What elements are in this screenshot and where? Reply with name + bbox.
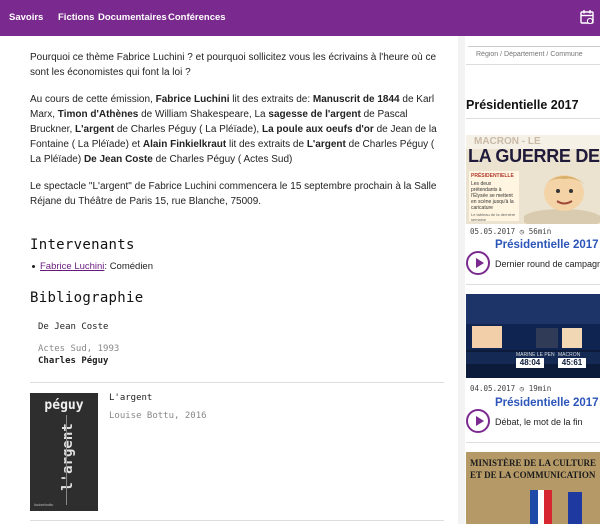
cover-line	[66, 415, 67, 505]
card-2-meta: 04.05.2017 ◷ 19min	[470, 384, 552, 393]
card-1-subtitle: Dernier round de campagne	[495, 259, 600, 269]
nav-savoirs[interactable]: Savoirs	[9, 12, 43, 23]
bibliographie-heading: Bibliographie	[30, 290, 144, 306]
text-segment: Au cours de cette émission,	[30, 94, 156, 105]
divider	[466, 118, 600, 119]
book-publisher: Louise Bottu, 2016	[109, 411, 207, 421]
text-segment: lit des extraits de:	[229, 94, 313, 105]
cover-publisher: louisebottu	[34, 502, 54, 507]
article-body: Pourquoi ce thème Fabrice Luchini ? et p…	[30, 50, 446, 221]
nav-documentaires[interactable]: Documentaires	[98, 12, 167, 23]
bold-segment: sagesse de l'argent	[268, 109, 361, 120]
card-2-title[interactable]: Présidentielle 2017	[495, 397, 599, 409]
newspaper-box-text: Les deux prétendants à l'Élysée se mette…	[471, 181, 514, 211]
play-icon[interactable]	[466, 409, 490, 433]
divider	[466, 442, 600, 443]
bold-segment: L'argent	[306, 139, 346, 150]
flag-blue	[530, 490, 538, 524]
bold-segment: Timon d'Athènes	[57, 109, 139, 120]
calendar-icon[interactable]	[580, 9, 594, 25]
card-1-thumbnail[interactable]: MACRON - LE LA GUERRE DES IM PRÉSIDENTIE…	[466, 135, 600, 224]
bold-segment: De Jean Coste	[83, 154, 153, 165]
divider	[30, 382, 444, 383]
text-segment: de William Shakespeare, La	[138, 109, 269, 120]
book-author: Charles Péguy	[38, 356, 109, 366]
top-navigation: Savoirs Fictions Documentaires Conférenc…	[0, 0, 600, 36]
region-search-input[interactable]	[468, 46, 600, 62]
candidate-left	[472, 326, 502, 348]
building-sign-line-1: MINISTÈRE DE LA CULTURE	[470, 458, 596, 468]
score-right-value: 45:61	[558, 358, 586, 368]
nav-fictions[interactable]: Fictions	[58, 12, 94, 23]
book-entry-1: De Jean Coste Actes Sud, 1993 Charles Pé…	[38, 322, 119, 366]
text-segment: lit des extraits de	[226, 139, 307, 150]
list-bullet	[32, 265, 35, 268]
moderator	[536, 328, 558, 348]
card-2-subtitle: Débat, le mot de la fin	[495, 417, 583, 427]
cover-vertical-title: l'argent	[60, 423, 76, 491]
bold-segment: Fabrice Luchini	[155, 94, 230, 105]
bold-segment: L'argent	[75, 124, 115, 135]
card-1-meta: 05.05.2017 ◷ 56min	[470, 227, 552, 236]
article-intro: Pourquoi ce thème Fabrice Luchini ? et p…	[30, 52, 437, 78]
bold-segment: La poule aux oeufs d'or	[261, 124, 374, 135]
building-sign-line-2: ET DE LA COMMUNICATION	[470, 470, 596, 480]
newspaper-headline: LA GUERRE DES IM	[468, 146, 600, 166]
newspaper-box-title: PRÉSIDENTIELLE	[471, 173, 514, 179]
newspaper-box: PRÉSIDENTIELLE Les deux prétendants à l'…	[469, 171, 519, 222]
book-publisher: Actes Sud, 1993	[38, 344, 120, 354]
sidebar-section-title: Présidentielle 2017	[466, 98, 579, 112]
intervenant-link[interactable]: Fabrice Luchini	[40, 261, 104, 272]
caricature-image	[524, 175, 600, 224]
card-2-thumbnail[interactable]: MARINE LE PEN MACRON 48:04 45:61	[466, 294, 600, 378]
nav-conferences[interactable]: Conférences	[168, 12, 226, 23]
tv-studio-back	[466, 294, 600, 324]
bold-segment: Manuscrit de 1844	[312, 94, 400, 105]
text-segment: de Charles Péguy ( Actes Sud)	[152, 154, 293, 165]
book-cover-image[interactable]: péguy l'argent louisebottu	[30, 393, 98, 511]
score-left-value: 48:04	[516, 358, 544, 368]
newspaper-box-foot: Le tableau de la dernière semaine	[471, 212, 516, 222]
flag-eu	[568, 492, 582, 524]
book-entry-2: L'argent Louise Bottu, 2016	[109, 393, 207, 421]
divider	[466, 64, 600, 65]
card-1-title[interactable]: Présidentielle 2017	[495, 239, 599, 251]
book-title: L'argent	[109, 393, 153, 403]
moderator-2	[562, 328, 582, 348]
play-icon[interactable]	[466, 251, 490, 275]
flag-red	[544, 490, 552, 524]
text-segment: de Charles Péguy ( La Pléïade),	[114, 124, 262, 135]
intervenants-heading: Intervenants	[30, 237, 135, 253]
bold-segment: Alain Finkielkraut	[142, 139, 227, 150]
intervenant-item: Fabrice Luchini : Comédien	[30, 261, 153, 272]
cover-title: péguy	[44, 398, 84, 413]
card-3-thumbnail[interactable]: MINISTÈRE DE LA CULTURE ET DE LA COMMUNI…	[466, 452, 600, 524]
divider	[30, 520, 444, 521]
intervenant-role: : Comédien	[104, 261, 154, 272]
article-paragraph-3: Le spectacle "L'argent" de Fabrice Luchi…	[30, 181, 437, 207]
divider	[466, 284, 600, 285]
article-paragraph-2: Au cours de cette émission, Fabrice Luch…	[30, 92, 446, 167]
book-title: De Jean Coste	[38, 322, 109, 332]
